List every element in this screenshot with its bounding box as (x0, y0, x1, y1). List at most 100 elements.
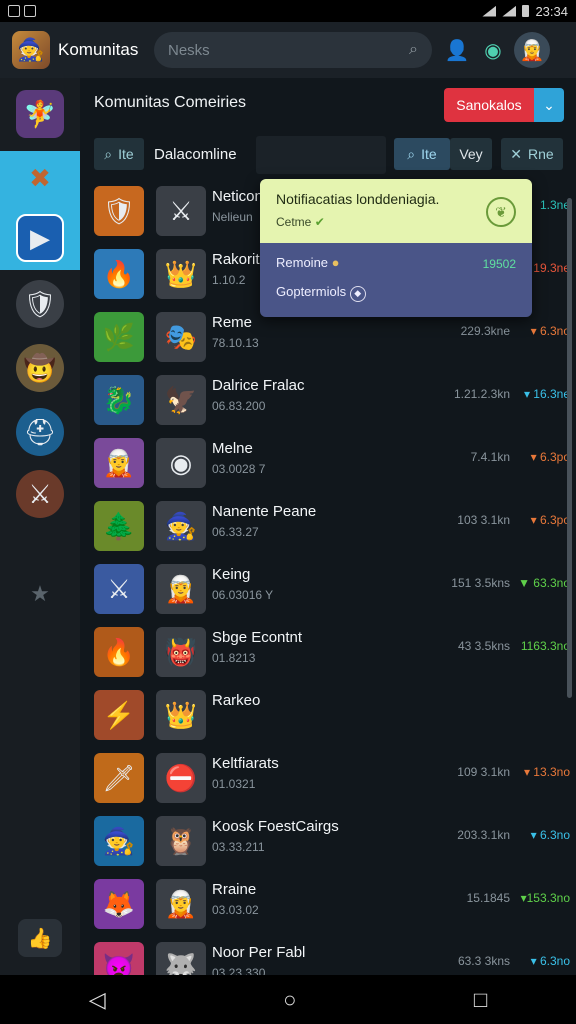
game-icon[interactable]: 🔥 (94, 249, 144, 299)
filter-chip-sort[interactable]: ✕ Rne (501, 138, 563, 170)
popup-row: Goptermiols ◆ (276, 284, 516, 302)
wifi-icon (482, 5, 497, 17)
list-item[interactable]: 🦊 🧝 Rraine 03.03.02 15.1845 ▾153.3no (80, 875, 576, 938)
profile-icon[interactable]: 👤 (442, 35, 472, 65)
app-logo[interactable]: 🧙 (12, 31, 50, 69)
player-avatar[interactable]: ⛔ (156, 753, 206, 803)
list-item[interactable]: 👿 🐺 Noor Per Fabl 03.23.330 63.3 3kns ▾ 6.3no (80, 938, 576, 975)
sidebar-item-warrior[interactable]: 🤠 (16, 344, 64, 392)
player-avatar[interactable]: 🧝 (156, 879, 206, 929)
item-name: Nanente Peane (212, 503, 317, 520)
game-icon[interactable]: 🦊 (94, 879, 144, 929)
item-subtitle: 78.10.13 (212, 336, 259, 350)
game-icon[interactable]: 🌲 (94, 501, 144, 551)
recents-icon[interactable]: □ (474, 987, 487, 1013)
item-name: Koosk FoestCairgs (212, 818, 339, 835)
game-icon[interactable]: 👿 (94, 942, 144, 975)
list-item[interactable]: 🧝 ◉ Melne 03.0028 7 7.4.1kn ▾ 6.3po (80, 434, 576, 497)
system-nav-bar: ◁ ○ □ (0, 975, 576, 1024)
sidebar-item-avatar[interactable]: 🧚 (16, 90, 64, 138)
player-avatar[interactable]: 🧝 (156, 564, 206, 614)
scrollbar[interactable] (567, 198, 572, 698)
popup-row: Remoine ● (276, 255, 340, 270)
search-bar[interactable]: ⌕ (154, 32, 432, 68)
item-subtitle: Nelieun (212, 210, 253, 224)
player-avatar[interactable]: ◉ (156, 438, 206, 488)
item-value: ▾ 16.3ne (523, 387, 570, 401)
sidebar-item-bones-icon[interactable]: ✖ (16, 154, 64, 202)
sidebar-item-shield[interactable]: ⚔ (16, 470, 64, 518)
popup-body: Remoine ● 19502 Goptermiols ◆ (260, 243, 532, 317)
game-icon[interactable]: ⚔ (94, 564, 144, 614)
item-value: ▾ 6.3no (530, 324, 570, 338)
sidebar-item-knight[interactable]: 🛡 (16, 280, 64, 328)
game-icon[interactable]: 🔥 (94, 627, 144, 677)
player-avatar[interactable]: ⚔ (156, 186, 206, 236)
item-value: ▾ 6.3no (530, 828, 570, 842)
item-name: Keing (212, 566, 251, 583)
item-meta: 7.4.1kn (470, 450, 510, 464)
list-item[interactable]: 🧙 🦉 Koosk FoestCairgs 03.33.211 203.3.1kn ▾ 6… (80, 812, 576, 875)
sidebar-item-helmet[interactable]: ⛑ (16, 408, 64, 456)
notification-popup[interactable]: Notifiacatias londdeniagia. Cetme ✔ ❦ Re… (260, 179, 532, 317)
signal-icon (502, 5, 517, 17)
list-item[interactable]: 🌿 🎭 Reme 78.10.13 229.3kne ▾ 6.3no (80, 308, 576, 371)
item-meta: 151 3.5kns (451, 576, 510, 590)
list-item[interactable]: ⚡ 👑 Rarkeo (80, 686, 576, 749)
item-value: 1.3ne (539, 198, 570, 212)
filter-spacer (256, 136, 386, 174)
item-value: ▼ 63.3no (518, 576, 570, 590)
search-icon: ⌕ (407, 145, 416, 162)
status-bar: 23:34 (0, 0, 576, 22)
item-value: 19.3ne (533, 261, 570, 275)
item-meta: 103 3.1kn (457, 513, 510, 527)
home-icon[interactable]: ○ (283, 987, 296, 1013)
item-value: ▾ 6.3po (530, 513, 570, 527)
item-meta: 109 3.1kn (457, 765, 510, 779)
search-icon[interactable]: ⌕ (409, 41, 418, 59)
game-icon[interactable]: 🧙 (94, 816, 144, 866)
list-item[interactable]: 🔥 👹 Sbge Econtnt 01.8213 43 3.5kns 1163.3no (80, 623, 576, 686)
location-icon[interactable]: ◉ (478, 35, 508, 65)
thumbs-up-button[interactable]: 👍 (18, 919, 62, 957)
item-meta: 203.3.1kn (457, 828, 510, 842)
item-subtitle: 03.23.330 (212, 966, 266, 975)
player-avatar[interactable]: 🦉 (156, 816, 206, 866)
player-avatar[interactable]: 👑 (156, 690, 206, 740)
list-item[interactable]: 🌲 🧙 Nanente Peane 06.33.27 103 3.1kn ▾ 6.3po (80, 497, 576, 560)
play-icon[interactable]: ▶ (16, 214, 64, 262)
chevron-down-icon[interactable]: ⌄ (534, 88, 564, 122)
list-item[interactable]: ⚔ 🧝 Keing 06.03016 Y 151 3.5kns ▼ 63.3no (80, 560, 576, 623)
game-icon[interactable]: ⚡ (94, 690, 144, 740)
item-name: Keltfiarats (212, 755, 279, 772)
player-avatar[interactable]: 👑 (156, 249, 206, 299)
list-item[interactable]: 🐉 🦅 Dalrice Fralac 06.83.200 1.21.2.3kn ▾ 16.… (80, 371, 576, 434)
item-meta: 43 3.5kns (457, 639, 510, 653)
back-icon[interactable]: ◁ (89, 987, 106, 1013)
primary-action-button[interactable]: Sanokalos (444, 88, 534, 122)
game-icon[interactable]: 🐉 (94, 375, 144, 425)
game-icon[interactable]: 🧝 (94, 438, 144, 488)
player-avatar[interactable]: 🧙 (156, 501, 206, 551)
popup-subtitle: Cetme ✔ (276, 215, 325, 229)
player-avatar[interactable]: 🎭 (156, 312, 206, 362)
search-input[interactable] (168, 41, 368, 59)
player-avatar[interactable]: 👹 (156, 627, 206, 677)
avatar[interactable]: 🧝 (514, 32, 550, 68)
game-icon[interactable]: 🗡 (94, 753, 144, 803)
filter-chip-search[interactable]: ⌕ Ite (394, 138, 450, 170)
filter-bar: ⌕ Ite Dalacomline ⌕ Ite Vey ✕ Rne (80, 134, 576, 178)
item-subtitle: 1.10.2 (212, 273, 246, 287)
star-icon[interactable]: ★ (16, 570, 64, 618)
game-icon[interactable]: 🌿 (94, 312, 144, 362)
item-meta: 15.1845 (466, 891, 510, 905)
player-avatar[interactable]: 🦅 (156, 375, 206, 425)
list-item[interactable]: 🗡 ⛔ Keltfiarats 01.0321 109 3.1kn ▾ 13.3no (80, 749, 576, 812)
item-value: ▾153.3no (520, 891, 570, 905)
item-name: Rakorit (212, 251, 260, 268)
item-subtitle: 03.0028 7 (212, 462, 266, 476)
filter-chip-view[interactable]: Vey (450, 138, 492, 170)
player-avatar[interactable]: 🐺 (156, 942, 206, 975)
filter-search-chip[interactable]: ⌕ Ite (94, 138, 144, 170)
game-icon[interactable]: 🛡 (94, 186, 144, 236)
